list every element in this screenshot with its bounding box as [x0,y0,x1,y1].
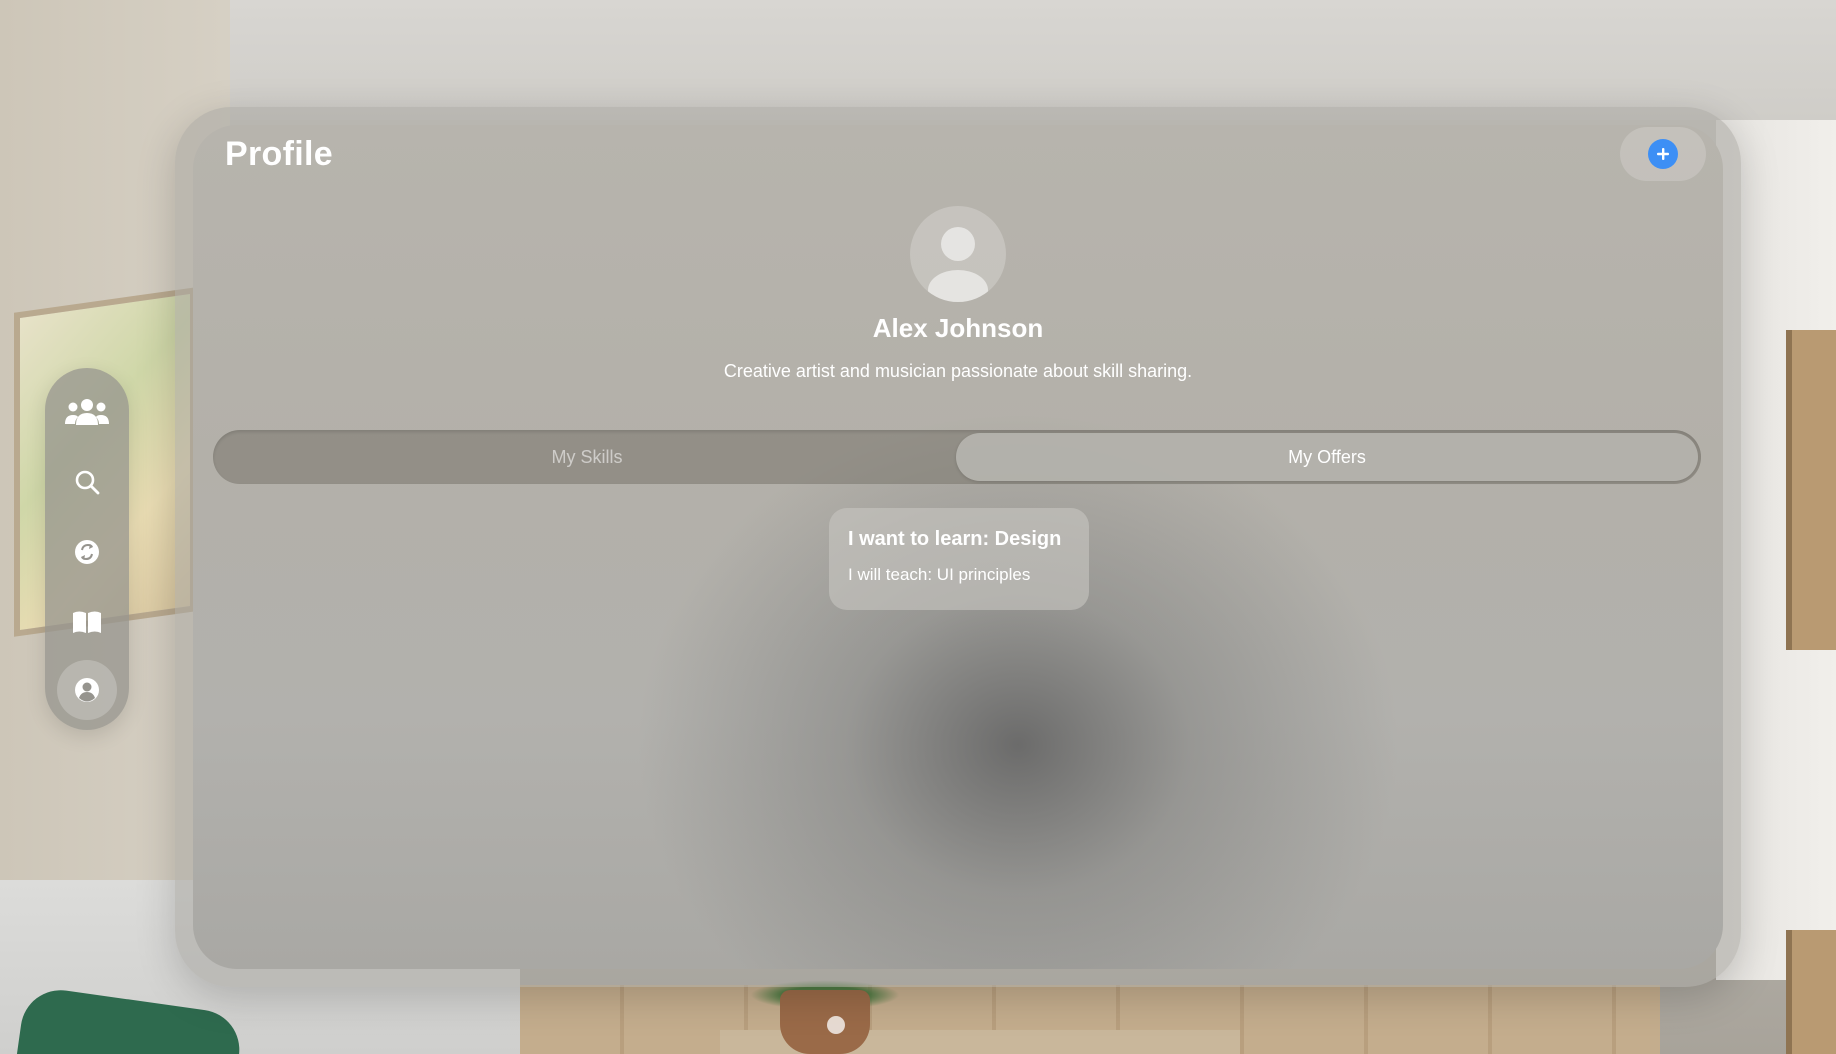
room-plant-pot [780,990,870,1054]
add-button[interactable] [1620,127,1706,181]
offer-card[interactable]: I want to learn: Design I will teach: UI… [829,508,1089,610]
sidebar-item-exchange[interactable] [57,522,117,582]
profile-bio: Creative artist and musician passionate … [723,361,1193,381]
sidebar-item-search[interactable] [57,452,117,512]
sidebar-item-library[interactable] [57,592,117,652]
sidebar-item-profile[interactable] [57,660,117,720]
exchange-icon [75,540,99,564]
sidebar [45,368,129,730]
person-circle-icon [75,678,99,702]
offer-subtitle: I will teach: UI principles [848,565,1031,584]
book-icon [73,611,101,633]
plus-circle-icon [1648,139,1678,169]
window-grabber-dot[interactable] [827,1016,845,1034]
tab-my-skills[interactable]: My Skills [216,433,958,481]
page-title: Profile [225,135,333,173]
room-ceiling [0,0,1836,120]
sidebar-item-community[interactable] [57,382,117,442]
people-icon [65,399,109,425]
scene-background: Profile Alex Johnson Creative artist and… [0,0,1836,1054]
profile-window: Profile Alex Johnson Creative artist and… [175,107,1741,987]
offer-title: I want to learn: Design [848,528,1062,550]
person-silhouette-icon [928,227,988,302]
tab-my-offers[interactable]: My Offers [956,433,1698,481]
room-shelf-lower [1786,930,1836,1054]
search-icon [75,470,100,495]
profile-name: Alex Johnson [872,313,1044,343]
avatar [910,206,1006,302]
room-shelf [1786,330,1836,650]
profile-segmented-control: My Skills My Offers [213,430,1701,484]
profile-window-content: Profile Alex Johnson Creative artist and… [193,125,1723,969]
